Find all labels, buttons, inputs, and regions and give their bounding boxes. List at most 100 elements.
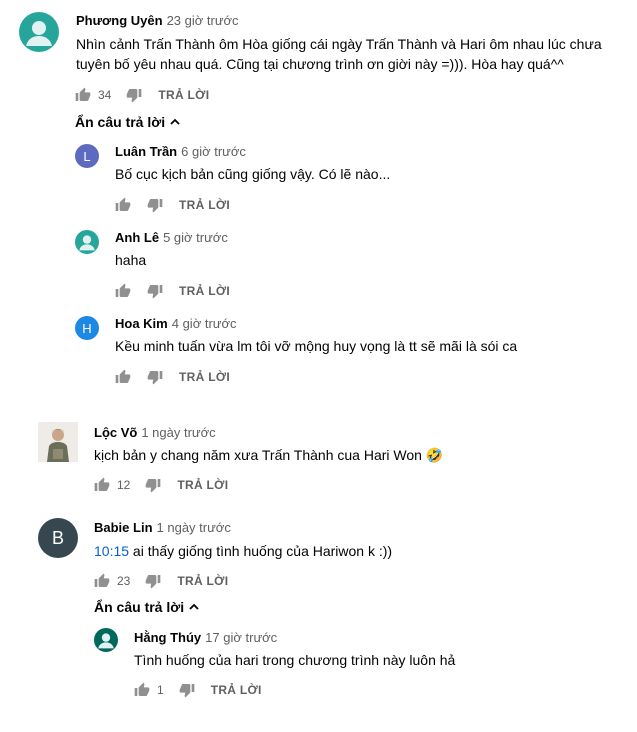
avatar[interactable] xyxy=(38,422,78,462)
avatar-initial: B xyxy=(51,527,64,548)
like-button[interactable] xyxy=(115,283,131,299)
thumbs-down-icon xyxy=(147,285,163,299)
reply-header: Hoa Kim 4 giờ trước xyxy=(115,316,237,332)
reply-text: Bố cục kịch bản cũng giống vậy. Có lẽ nà… xyxy=(115,166,391,182)
default-person-icon xyxy=(79,235,95,251)
avatar[interactable] xyxy=(19,12,59,52)
comment-actions: 34 TRẢ LỜI xyxy=(75,85,209,105)
thumbs-up-icon xyxy=(94,477,110,491)
reply-button[interactable]: TRẢ LỜI xyxy=(211,683,262,697)
comment-text-body: ai thấy giống tình huống của Hariwon k :… xyxy=(129,543,393,559)
hide-replies-label: Ẩn câu trả lời xyxy=(94,599,185,615)
thumbs-up-icon xyxy=(115,369,131,383)
reply-header: Anh Lê 5 giờ trước xyxy=(115,230,228,246)
reply-header: Luân Trần 6 giờ trước xyxy=(115,144,246,160)
thumbs-up-icon xyxy=(115,197,131,211)
comment-time[interactable]: 4 giờ trước xyxy=(172,316,237,331)
like-button[interactable]: 23 xyxy=(94,573,130,589)
dislike-button[interactable] xyxy=(145,573,161,589)
like-count: 34 xyxy=(98,88,112,102)
dislike-button[interactable] xyxy=(147,283,163,299)
comment-text-line: Nhìn cảnh Trấn Thành ôm Hòa giống cái ng… xyxy=(76,36,602,52)
comment-time[interactable]: 6 giờ trước xyxy=(181,144,246,159)
comment-actions: 12 TRẢ LỜI xyxy=(94,475,228,495)
avatar[interactable]: B xyxy=(38,518,78,558)
author-name[interactable]: Phương Uyên xyxy=(76,13,163,28)
thumbs-down-icon xyxy=(146,575,161,589)
comment-thread: Lộc Võ 1 ngày trước kịch bản y chang năm … xyxy=(0,410,637,505)
like-button[interactable] xyxy=(115,197,131,213)
reply-text: Kều minh tuấn vừa lm tôi vỡ mộng huy vọn… xyxy=(115,338,518,354)
like-count: 23 xyxy=(117,574,131,588)
avatar-initial: H xyxy=(82,320,92,336)
dislike-button[interactable] xyxy=(147,369,163,385)
reply-header: Hằng Thúy 17 giờ trước xyxy=(134,630,277,646)
dislike-button[interactable] xyxy=(126,87,142,103)
comment-time[interactable]: 5 giờ trước xyxy=(163,230,228,245)
comment-text-line: tuyên bố yêu nhau quá. Cũng tại chương t… xyxy=(76,56,564,72)
thumbs-down-icon xyxy=(147,371,163,385)
hide-replies-toggle[interactable]: Ẩn câu trả lời xyxy=(75,114,181,130)
hide-replies-toggle[interactable]: Ẩn câu trả lời xyxy=(94,599,200,615)
author-name[interactable]: Luân Trần xyxy=(115,144,177,159)
reply-button[interactable]: TRẢ LỜI xyxy=(177,478,228,492)
dislike-button[interactable] xyxy=(179,682,195,698)
author-name[interactable]: Lộc Võ xyxy=(94,425,137,440)
comment-text: kịch bản y chang năm xưa Trấn Thành cua … xyxy=(94,447,444,463)
thumbs-down-icon xyxy=(179,684,195,698)
author-name[interactable]: Babie Lin xyxy=(94,520,153,535)
reply-text: Tình huống của hari trong chương trình n… xyxy=(134,652,456,668)
reply-button[interactable]: TRẢ LỜI xyxy=(177,574,228,588)
chevron-up-icon xyxy=(170,118,180,125)
reply-actions: TRẢ LỜI xyxy=(115,367,230,387)
author-name[interactable]: Hoa Kim xyxy=(115,316,168,331)
comment-header: Phương Uyên 23 giờ trước xyxy=(76,13,239,29)
like-button[interactable]: 1 xyxy=(134,682,164,698)
comment-time[interactable]: 1 ngày trước xyxy=(141,425,215,440)
avatar-initial: L xyxy=(83,148,91,164)
comment-thread: Phương Uyên 23 giờ trước Nhìn cảnh Trấn T… xyxy=(0,0,637,400)
comment-text: 10:15 ai thấy giống tình huống của Hariw… xyxy=(94,541,392,561)
thumbs-down-icon xyxy=(147,199,163,213)
reply-button[interactable]: TRẢ LỜI xyxy=(179,284,230,298)
reply-actions: 1 TRẢ LỜI xyxy=(134,680,262,700)
author-name[interactable]: Anh Lê xyxy=(115,230,159,245)
thumbs-up-icon xyxy=(94,573,110,587)
dislike-button[interactable] xyxy=(145,477,161,493)
comment-header: Babie Lin 1 ngày trước xyxy=(94,520,231,536)
avatar[interactable] xyxy=(94,628,118,652)
thumbs-up-icon xyxy=(134,682,150,696)
like-count: 12 xyxy=(117,478,131,492)
avatar[interactable]: L xyxy=(75,144,99,168)
hide-replies-label: Ẩn câu trả lời xyxy=(75,114,166,130)
default-person-icon xyxy=(26,21,52,46)
comment-time[interactable]: 1 ngày trước xyxy=(157,520,231,535)
like-button[interactable]: 12 xyxy=(94,477,130,493)
thumbs-down-icon xyxy=(127,89,142,103)
reply-button[interactable]: TRẢ LỜI xyxy=(179,370,230,384)
comment-time[interactable]: 17 giờ trước xyxy=(205,630,277,645)
comment-header: Lộc Võ 1 ngày trước xyxy=(94,425,216,441)
reply-actions: TRẢ LỜI xyxy=(115,195,230,215)
chevron-up-icon xyxy=(189,603,199,610)
like-button[interactable]: 34 xyxy=(75,87,111,103)
dislike-button[interactable] xyxy=(147,197,163,213)
comment-thread: B Babie Lin 1 ngày trước 10:15 ai thấy gi… xyxy=(0,506,637,732)
avatar[interactable]: H xyxy=(75,316,99,340)
thumbs-down-icon xyxy=(146,479,161,493)
avatar[interactable] xyxy=(75,230,99,254)
like-count: 1 xyxy=(157,683,164,697)
thumbs-up-icon xyxy=(75,87,91,101)
photo-avatar-icon xyxy=(38,422,78,462)
default-person-icon xyxy=(98,633,114,649)
reply-button[interactable]: TRẢ LỜI xyxy=(158,88,209,102)
like-button[interactable] xyxy=(115,369,131,385)
comment-time[interactable]: 23 giờ trước xyxy=(167,13,239,28)
timestamp-link[interactable]: 10:15 xyxy=(94,543,129,559)
reply-text: haha xyxy=(115,252,147,268)
author-name[interactable]: Hằng Thúy xyxy=(134,630,201,645)
comment-actions: 23 TRẢ LỜI xyxy=(94,571,228,591)
thumbs-up-icon xyxy=(115,283,131,297)
reply-actions: TRẢ LỜI xyxy=(115,281,230,301)
reply-button[interactable]: TRẢ LỜI xyxy=(179,198,230,212)
